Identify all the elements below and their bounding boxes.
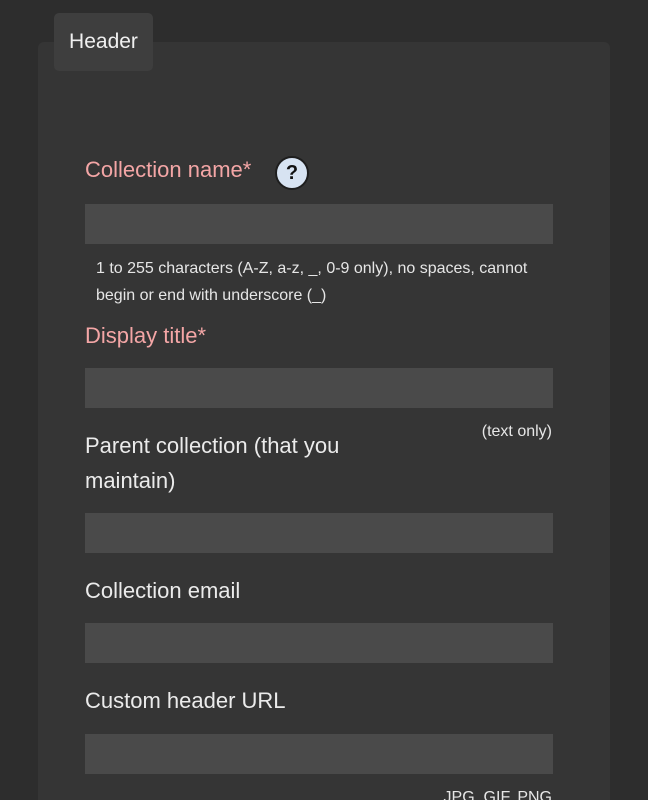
custom-header-url-label: Custom header URL [85, 688, 286, 713]
question-mark-icon[interactable]: ? [275, 156, 309, 190]
custom-header-url-input[interactable] [85, 734, 553, 774]
display-title-note: (text only) [481, 423, 552, 440]
header-tab[interactable]: Header [54, 13, 153, 71]
display-title-label: Display title* [85, 323, 207, 348]
display-title-input[interactable] [85, 368, 553, 408]
collection-name-hint: 1 to 255 characters (A-Z, a-z, _, 0-9 on… [96, 260, 528, 304]
page: Header Collection name* ? 1 to 255 chara… [0, 0, 648, 800]
parent-collection-input[interactable] [85, 513, 553, 553]
collection-email-input[interactable] [85, 623, 553, 663]
collection-name-input[interactable] [85, 204, 553, 244]
custom-header-url-note: .JPG, GIF, PNG [439, 789, 552, 800]
collection-name-label: Collection name* [85, 157, 252, 182]
parent-collection-label-line2: maintain) [85, 468, 176, 493]
parent-collection-label-line1: Parent collection (that you [85, 433, 340, 458]
collection-email-label: Collection email [85, 578, 241, 603]
